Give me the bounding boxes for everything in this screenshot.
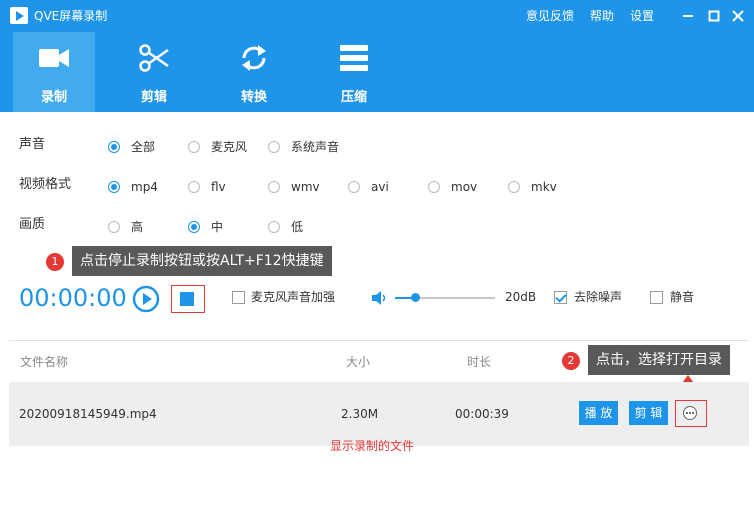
quality-option-high: 高 bbox=[131, 220, 144, 234]
step-1-callout: 点击停止录制按钮或按ALT+F12快捷键 bbox=[72, 246, 332, 276]
step-2-callout: 点击，选择打开目录 bbox=[588, 345, 730, 375]
recording-timer: 00:00:00 bbox=[19, 284, 127, 312]
mute-label: 静音 bbox=[670, 290, 695, 304]
quality-option-medium: 中 bbox=[211, 220, 224, 234]
volume-value: 20dB bbox=[505, 290, 537, 304]
format-option-flv: flv bbox=[211, 180, 226, 194]
format-radio-mp4[interactable] bbox=[108, 181, 120, 193]
column-header-size: 大小 bbox=[346, 355, 371, 369]
scissors-icon bbox=[139, 44, 169, 72]
column-header-name: 文件名称 bbox=[20, 355, 69, 369]
audio-radio-system[interactable] bbox=[268, 141, 280, 153]
quality-radio-low[interactable] bbox=[268, 221, 280, 233]
tab-convert-label: 转换 bbox=[240, 90, 267, 105]
denoise-label: 去除噪声 bbox=[574, 290, 623, 304]
audio-option-mic: 麦克风 bbox=[211, 140, 248, 154]
format-option-mp4: mp4 bbox=[131, 180, 158, 194]
more-options-icon[interactable] bbox=[682, 405, 698, 421]
main-toolbar: 录制 剪辑 转换 压缩 bbox=[0, 32, 754, 112]
format-option-avi: avi bbox=[371, 180, 389, 194]
video-camera-icon bbox=[39, 49, 69, 67]
volume-slider-knob[interactable] bbox=[411, 293, 420, 302]
stop-icon[interactable] bbox=[180, 292, 194, 306]
file-duration: 00:00:39 bbox=[455, 407, 509, 421]
convert-arrows-icon bbox=[242, 45, 266, 71]
column-header-duration: 时长 bbox=[467, 355, 492, 369]
tab-edit-label: 剪辑 bbox=[140, 90, 167, 105]
audio-radio-all[interactable] bbox=[108, 141, 120, 153]
step-1-badge: 1 bbox=[46, 253, 64, 271]
audio-label: 声音 bbox=[19, 137, 46, 152]
tab-convert[interactable]: 转换 bbox=[213, 32, 295, 112]
maximize-icon[interactable] bbox=[704, 6, 724, 26]
audio-option-all: 全部 bbox=[131, 140, 156, 154]
format-option-mkv: mkv bbox=[531, 180, 557, 194]
quality-radio-medium[interactable] bbox=[188, 221, 200, 233]
step-2-badge: 2 bbox=[562, 352, 580, 370]
quality-radio-high[interactable] bbox=[108, 221, 120, 233]
format-radio-mov[interactable] bbox=[428, 181, 440, 193]
close-icon[interactable] bbox=[728, 6, 748, 26]
mic-boost-label: 麦克风声音加强 bbox=[251, 290, 336, 304]
denoise-checkbox[interactable] bbox=[554, 291, 567, 304]
help-link[interactable]: 帮助 bbox=[590, 8, 614, 24]
audio-option-system: 系统声音 bbox=[291, 140, 340, 154]
tab-record[interactable]: 录制 bbox=[13, 32, 95, 112]
minimize-icon[interactable] bbox=[678, 6, 698, 26]
quality-label: 画质 bbox=[19, 217, 46, 232]
app-title: QVE屏幕录制 bbox=[34, 9, 108, 23]
format-radio-flv[interactable] bbox=[188, 181, 200, 193]
file-size: 2.30M bbox=[341, 407, 379, 421]
format-label: 视频格式 bbox=[19, 177, 72, 192]
format-radio-avi[interactable] bbox=[348, 181, 360, 193]
mute-checkbox[interactable] bbox=[650, 291, 663, 304]
format-radio-mkv[interactable] bbox=[508, 181, 520, 193]
tab-compress-label: 压缩 bbox=[340, 90, 367, 105]
file-name: 20200918145949.mp4 bbox=[19, 407, 157, 421]
tab-edit[interactable]: 剪辑 bbox=[113, 32, 195, 112]
play-file-button[interactable]: 播 放 bbox=[579, 401, 618, 425]
format-radio-wmv[interactable] bbox=[268, 181, 280, 193]
feedback-link[interactable]: 意见反馈 bbox=[526, 8, 574, 24]
quality-option-low: 低 bbox=[291, 220, 304, 234]
tab-record-label: 录制 bbox=[40, 90, 67, 105]
format-option-mov: mov bbox=[451, 180, 478, 194]
tab-compress[interactable]: 压缩 bbox=[313, 32, 395, 112]
format-option-wmv: wmv bbox=[291, 180, 320, 194]
app-logo-icon bbox=[10, 7, 28, 24]
compress-icon bbox=[340, 45, 368, 71]
edit-file-button[interactable]: 剪 辑 bbox=[629, 401, 668, 425]
play-icon[interactable] bbox=[132, 285, 160, 313]
audio-radio-mic[interactable] bbox=[188, 141, 200, 153]
mic-boost-checkbox[interactable] bbox=[232, 291, 245, 304]
file-list-hint: 显示录制的文件 bbox=[330, 439, 415, 453]
section-divider bbox=[9, 340, 749, 341]
volume-icon[interactable] bbox=[370, 289, 388, 307]
settings-link[interactable]: 设置 bbox=[630, 8, 654, 24]
